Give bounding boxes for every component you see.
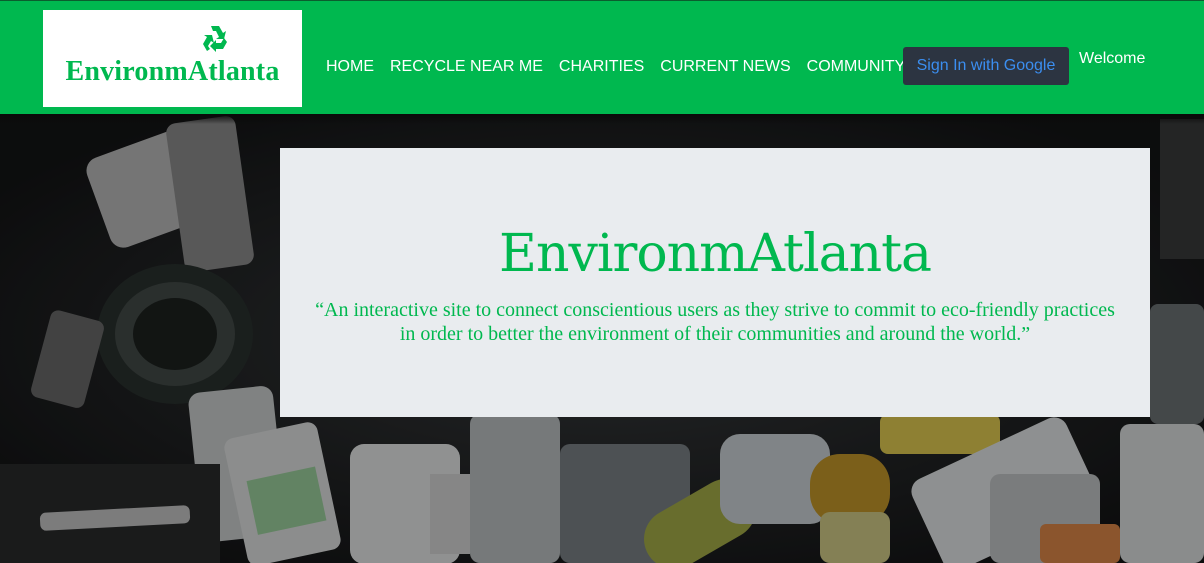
welcome-text: Welcome — [1079, 50, 1146, 67]
nav-recycle-near-me[interactable]: RECYCLE NEAR ME — [390, 58, 543, 76]
logo[interactable]: EnvironmAtlanta — [43, 10, 302, 107]
google-signin-button[interactable]: Sign In with Google — [903, 47, 1069, 85]
top-navbar: EnvironmAtlanta HOME RECYCLE NEAR ME CHA… — [0, 0, 1204, 114]
nav-community[interactable]: COMMUNITY — [807, 58, 906, 76]
logo-text: EnvironmAtlanta — [65, 56, 280, 87]
nav-links: HOME RECYCLE NEAR ME CHARITIES CURRENT N… — [326, 58, 921, 76]
navbar-shadow — [0, 114, 1204, 124]
nav-charities[interactable]: CHARITIES — [559, 58, 644, 76]
hero-panel: EnvironmAtlanta “An interactive site to … — [280, 148, 1150, 417]
hero-quote: “An interactive site to connect conscien… — [315, 299, 1115, 345]
hero-section: EnvironmAtlanta “An interactive site to … — [0, 114, 1204, 563]
recycle-icon — [203, 26, 227, 52]
nav-current-news[interactable]: CURRENT NEWS — [660, 58, 790, 76]
nav-home[interactable]: HOME — [326, 58, 374, 76]
hero-title: EnvironmAtlanta — [499, 224, 932, 284]
